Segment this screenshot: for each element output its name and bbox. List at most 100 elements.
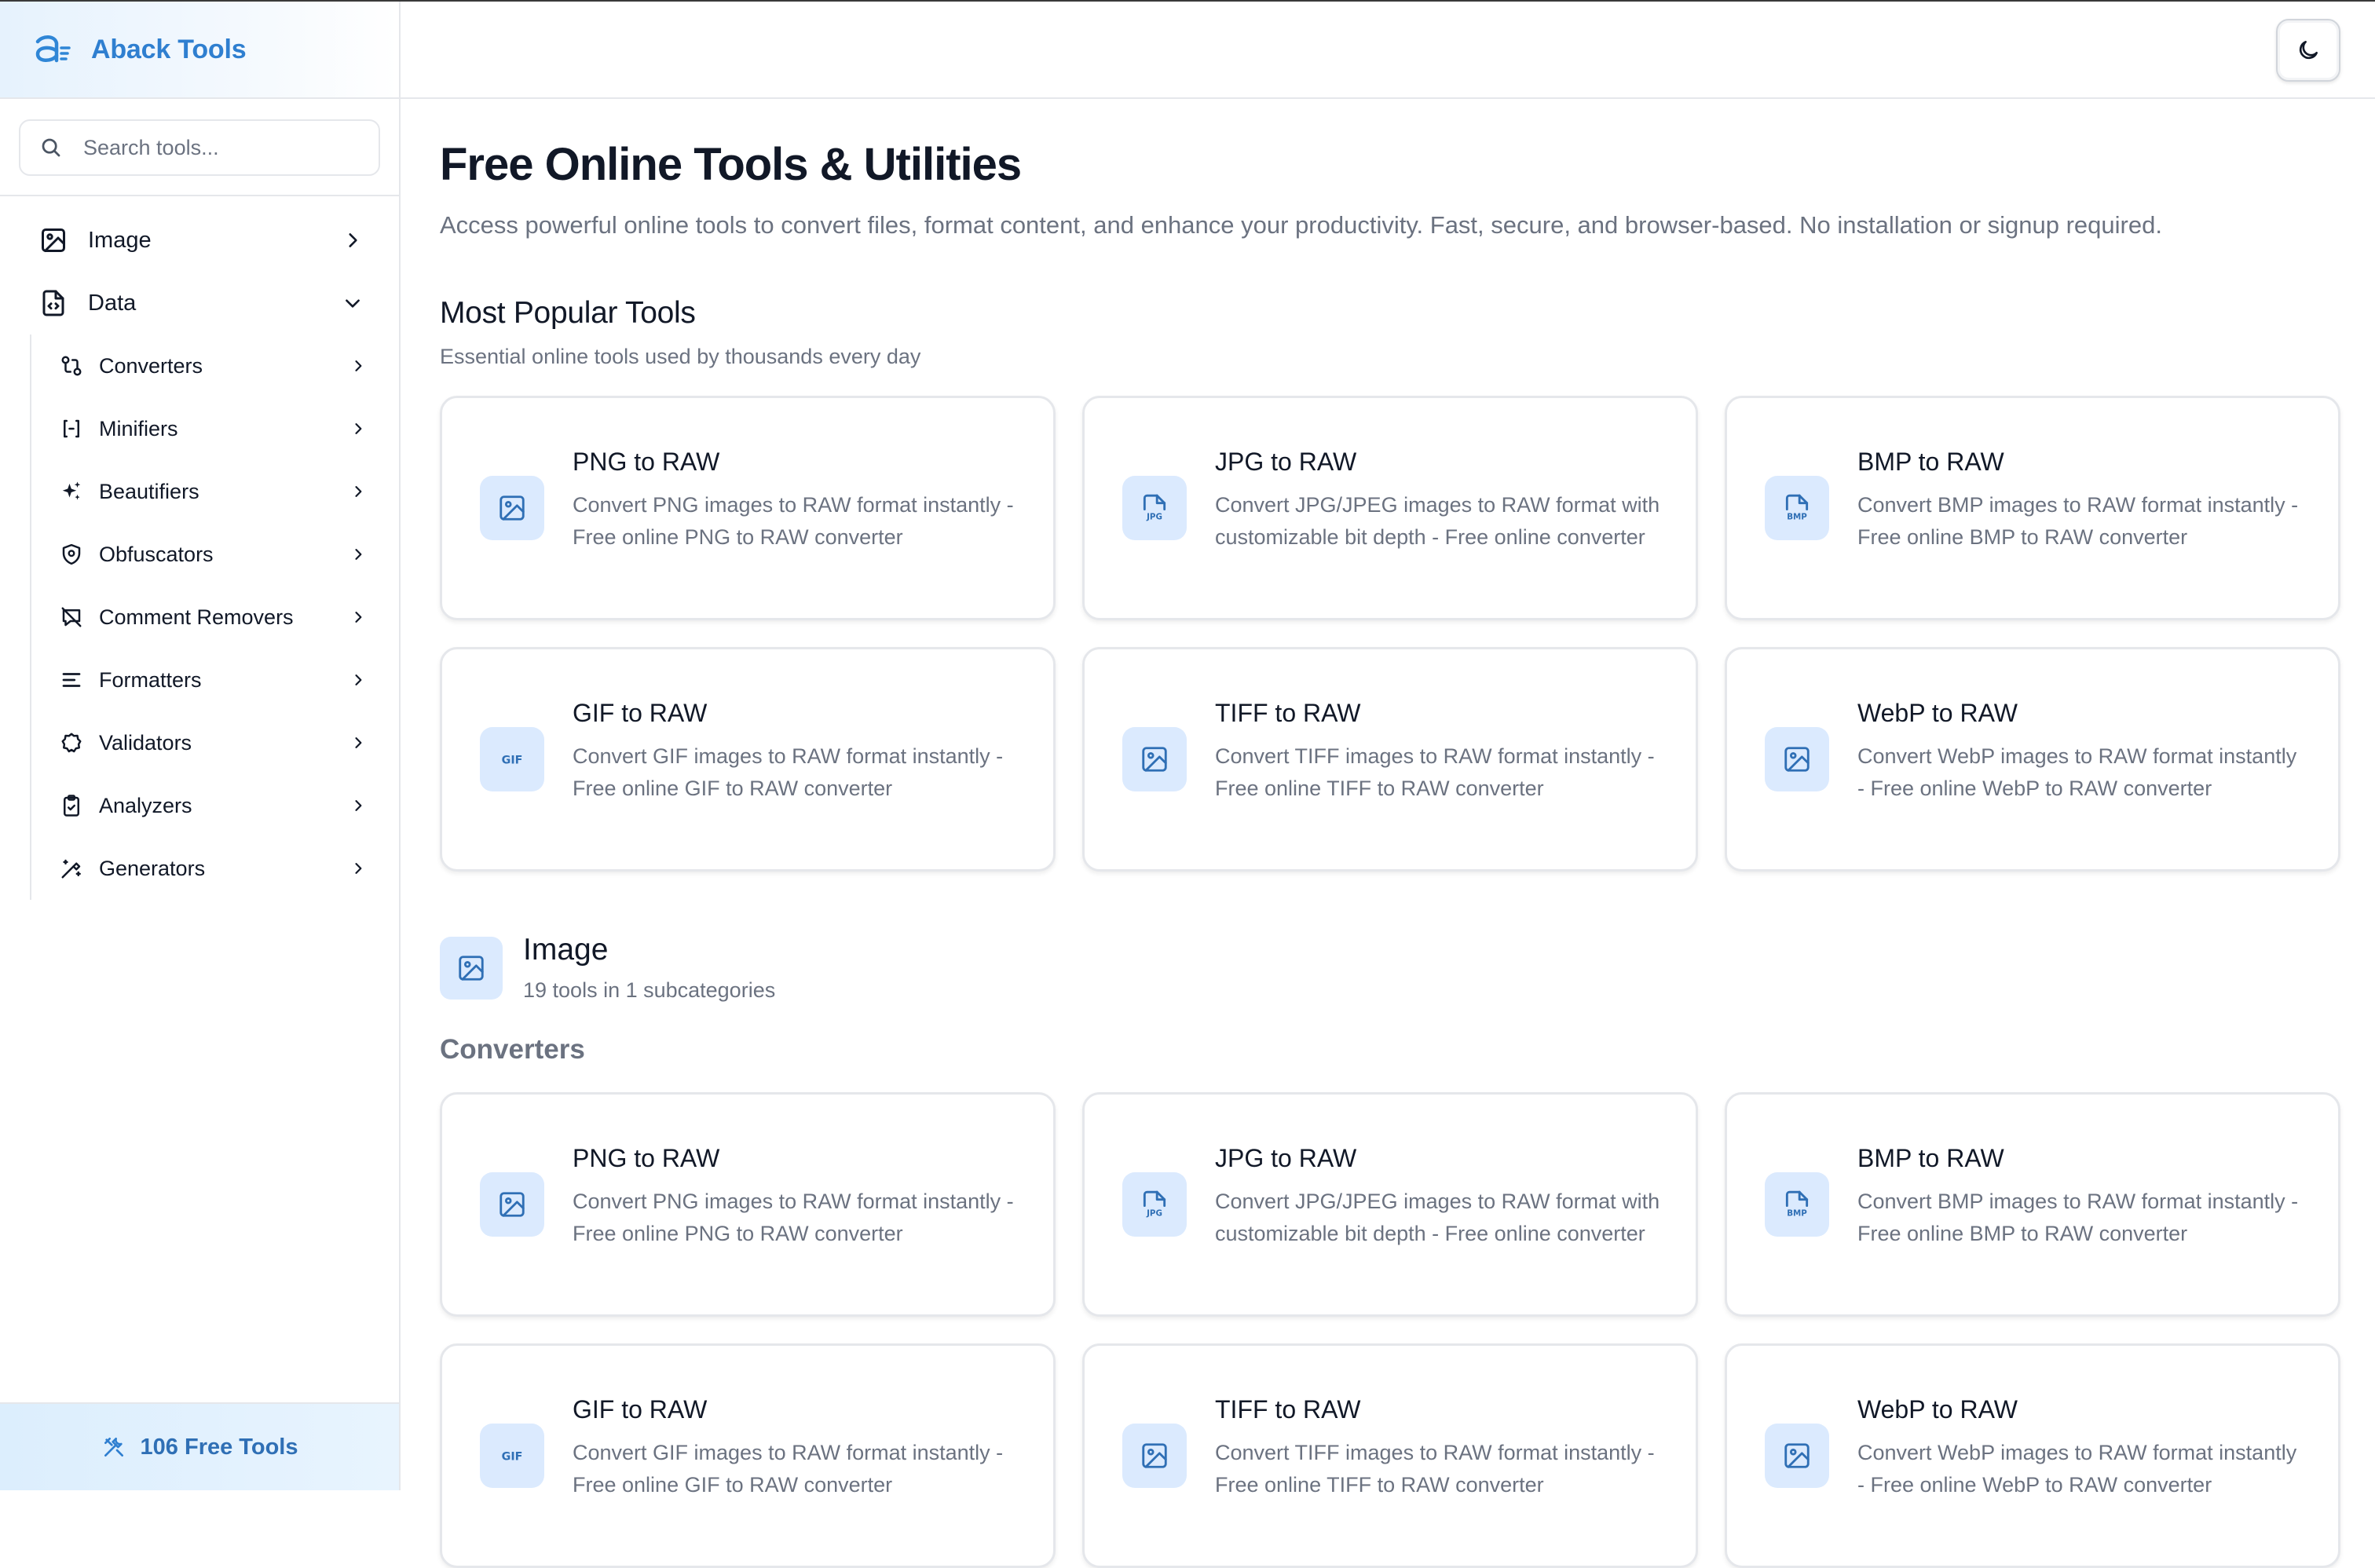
tool-card-gif-to-raw[interactable]: GIF GIF to RAW Convert GIF images to RAW… (440, 1343, 1056, 1568)
category-header-image: Image 19 tools in 1 subcategories (440, 933, 2340, 1003)
image-icon (1782, 1441, 1812, 1471)
sidebar-item-formatters[interactable]: Formatters (31, 649, 399, 711)
sidebar-item-converters[interactable]: Converters (31, 334, 399, 397)
tool-card-webp-to-raw[interactable]: WebP to RAW Convert WebP images to RAW f… (1725, 1343, 2340, 1568)
sidebar-item-minifiers[interactable]: Minifiers (31, 397, 399, 460)
category-name: Image (523, 933, 775, 967)
tool-tile (480, 476, 544, 540)
tool-card-bmp-to-raw[interactable]: BMP BMP to RAW Convert BMP images to RAW… (1725, 396, 2340, 620)
tool-card-body: GIF to RAW Convert GIF images to RAW for… (573, 699, 1022, 805)
tool-card-body: JPG to RAW Convert JPG/JPEG images to RA… (1215, 448, 1664, 554)
sidebar-item-generators[interactable]: Generators (31, 837, 399, 900)
theme-toggle-button[interactable] (2276, 19, 2340, 82)
tool-card-body: JPG to RAW Convert JPG/JPEG images to RA… (1215, 1144, 1664, 1250)
sidebar: Aback Tools Image Data (0, 2, 401, 1490)
tool-tile (1122, 1424, 1187, 1488)
tool-card-webp-to-raw[interactable]: WebP to RAW Convert WebP images to RAW f… (1725, 647, 2340, 872)
tool-name: WebP to RAW (1857, 699, 2307, 728)
tool-tile: GIF (480, 1424, 544, 1488)
tool-card-gif-to-raw[interactable]: GIF GIF to RAW Convert GIF images to RAW… (440, 647, 1056, 872)
tool-card-tiff-to-raw[interactable]: TIFF to RAW Convert TIFF images to RAW f… (1082, 1343, 1698, 1568)
data-subcategories: Converters Minifiers Beautifiers (30, 334, 399, 900)
sidebar-item-comment-removers[interactable]: Comment Removers (31, 586, 399, 649)
image-icon (1140, 744, 1169, 774)
file-jpg-icon: JPG (1140, 493, 1169, 523)
chevron-right-icon (350, 798, 366, 813)
sidebar-item-label: Validators (99, 731, 350, 755)
tool-name: GIF to RAW (573, 1395, 1022, 1424)
tool-description: Convert BMP images to RAW format instant… (1857, 1186, 2307, 1250)
tool-description: Convert WebP images to RAW format instan… (1857, 1437, 2307, 1501)
tool-name: JPG to RAW (1215, 448, 1664, 477)
tool-tile: GIF (480, 727, 544, 791)
sidebar-item-label: Beautifiers (99, 480, 350, 504)
tool-tile (1122, 727, 1187, 791)
tool-card-jpg-to-raw[interactable]: JPG JPG to RAW Convert JPG/JPEG images t… (1082, 1092, 1698, 1317)
search-area (0, 99, 399, 196)
tool-tile (1765, 1424, 1829, 1488)
chevron-right-icon (350, 609, 366, 625)
sidebar-item-beautifiers[interactable]: Beautifiers (31, 460, 399, 523)
chevron-right-icon (350, 484, 366, 499)
tool-name: WebP to RAW (1857, 1395, 2307, 1424)
wand-icon (60, 857, 83, 880)
sidebar-item-analyzers[interactable]: Analyzers (31, 774, 399, 837)
search-input[interactable] (83, 136, 366, 160)
tool-card-bmp-to-raw[interactable]: BMP BMP to RAW Convert BMP images to RAW… (1725, 1092, 2340, 1317)
tool-tile: JPG (1122, 476, 1187, 540)
tool-card-body: TIFF to RAW Convert TIFF images to RAW f… (1215, 1395, 1664, 1501)
tool-card-jpg-to-raw[interactable]: JPG JPG to RAW Convert JPG/JPEG images t… (1082, 396, 1698, 620)
sidebar-category-data[interactable]: Data (0, 272, 399, 334)
chevron-right-icon (350, 421, 366, 437)
category-tile (440, 937, 503, 1000)
tool-description: Convert GIF images to RAW format instant… (573, 1437, 1022, 1501)
sidebar-item-obfuscators[interactable]: Obfuscators (31, 523, 399, 586)
sidebar-category-label: Image (88, 228, 342, 254)
aback-logo-icon (31, 29, 72, 70)
tool-card-body: GIF to RAW Convert GIF images to RAW for… (573, 1395, 1022, 1501)
image-icon (456, 953, 486, 983)
free-tools-count[interactable]: 106 Free Tools (0, 1402, 399, 1490)
chevron-right-icon (350, 735, 366, 751)
image-icon (497, 493, 527, 523)
tools-icon (101, 1435, 126, 1460)
tool-name: TIFF to RAW (1215, 699, 1664, 728)
converters-icon (60, 354, 83, 378)
tool-tile: BMP (1765, 476, 1829, 540)
chevron-right-icon (350, 546, 366, 562)
tool-description: Convert PNG images to RAW format instant… (573, 489, 1022, 554)
search-icon (39, 136, 63, 159)
tool-description: Convert GIF images to RAW format instant… (573, 740, 1022, 805)
tool-name: GIF to RAW (573, 699, 1022, 728)
tool-card-body: BMP to RAW Convert BMP images to RAW for… (1857, 1144, 2307, 1250)
svg-text:BMP: BMP (1787, 1208, 1807, 1218)
tool-card-png-to-raw[interactable]: PNG to RAW Convert PNG images to RAW for… (440, 1092, 1056, 1317)
category-count: 19 tools in 1 subcategories (523, 978, 775, 1003)
tool-description: Convert TIFF images to RAW format instan… (1215, 740, 1664, 805)
moon-icon (2296, 38, 2321, 63)
sidebar-category-image[interactable]: Image (0, 209, 399, 272)
top-header (401, 2, 2375, 99)
sparkles-icon (60, 480, 83, 503)
gif-icon: GIF (497, 744, 527, 774)
tool-card-body: PNG to RAW Convert PNG images to RAW for… (573, 448, 1022, 554)
brand[interactable]: Aback Tools (0, 2, 399, 99)
sidebar-item-label: Generators (99, 857, 350, 881)
sidebar-item-label: Minifiers (99, 417, 350, 441)
tool-description: Convert WebP images to RAW format instan… (1857, 740, 2307, 805)
badge-check-icon (60, 731, 83, 755)
tool-card-tiff-to-raw[interactable]: TIFF to RAW Convert TIFF images to RAW f… (1082, 647, 1698, 872)
sidebar-nav: Image Data Converters Minifiers (0, 196, 399, 900)
sidebar-item-label: Analyzers (99, 794, 350, 818)
tool-card-png-to-raw[interactable]: PNG to RAW Convert PNG images to RAW for… (440, 396, 1056, 620)
search-box[interactable] (19, 119, 380, 176)
main-content: Free Online Tools & Utilities Access pow… (440, 101, 2340, 1568)
file-bmp-icon: BMP (1782, 1190, 1812, 1219)
sidebar-category-label: Data (88, 291, 342, 316)
tool-card-body: TIFF to RAW Convert TIFF images to RAW f… (1215, 699, 1664, 805)
image-icon (1782, 744, 1812, 774)
page-subtitle: Access powerful online tools to convert … (440, 211, 2340, 239)
svg-text:GIF: GIF (502, 1451, 523, 1464)
svg-text:BMP: BMP (1787, 512, 1807, 521)
sidebar-item-validators[interactable]: Validators (31, 711, 399, 774)
